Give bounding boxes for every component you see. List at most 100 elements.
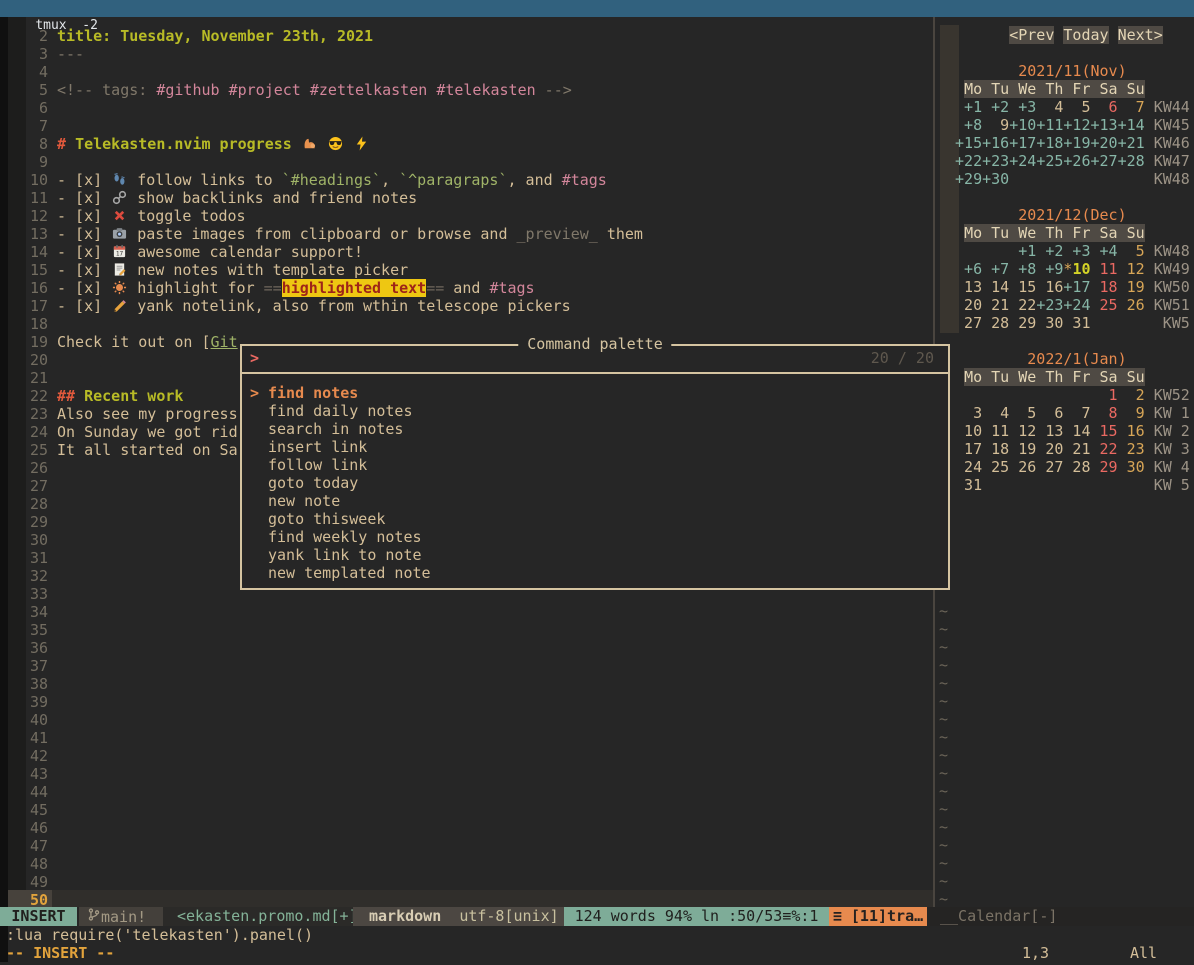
- calendar-row[interactable]: Mo Tu We Th Fr Sa Su: [946, 368, 1145, 386]
- text-token: KW 5: [1154, 476, 1190, 494]
- editor-line: 17- [x] yank notelink, also from wthin t…: [0, 297, 933, 315]
- text-token: 20 21 22: [955, 296, 1036, 314]
- text-token: +14: [1118, 116, 1145, 134]
- prev-button[interactable]: <Prev: [1009, 26, 1054, 44]
- stats-segment: 124 words 94% ln :50/53≡%:1: [564, 907, 829, 926]
- palette-item-follow-link[interactable]: follow link: [242, 456, 948, 474]
- calendar-row[interactable]: 17 18 19 20 21 22 23 KW 3: [946, 440, 1190, 458]
- editor-line: 47: [0, 837, 933, 855]
- today-button[interactable]: Today: [1063, 26, 1108, 44]
- text-token: KW47: [1154, 152, 1190, 170]
- text-token: [1145, 170, 1154, 188]
- text-token: - [x]: [57, 279, 111, 297]
- text-token: 27 28 29 30 31: [955, 314, 1090, 332]
- palette-item-new-templated-note[interactable]: new templated note: [242, 564, 948, 582]
- line-number: 27: [0, 477, 48, 495]
- text-token: 16: [1118, 422, 1145, 440]
- palette-item-find-weekly-notes[interactable]: find weekly notes: [242, 528, 948, 546]
- editor-line: 38: [0, 675, 933, 693]
- command-palette: Command palette > 20 / 20 >find notesfin…: [240, 344, 950, 590]
- tilde-marker: ~: [939, 710, 948, 728]
- line-number: 20: [0, 351, 48, 369]
- text-token: - [x]: [57, 171, 111, 189]
- palette-item-yank-link-to-note[interactable]: yank link to note: [242, 546, 948, 564]
- calendar-row[interactable]: 3 4 5 6 7 8 9 KW 1: [946, 404, 1190, 422]
- calendar-icon: 17: [111, 243, 128, 261]
- text-token: Check it out on [: [57, 333, 211, 351]
- line-text: - [x] 17 awesome calendar support!: [57, 243, 363, 261]
- calendar-row[interactable]: 2022/1(Jan): [946, 350, 1127, 368]
- text-token: #tags: [562, 171, 607, 189]
- text-token: +9: [1036, 260, 1063, 278]
- calendar-row[interactable]: 31 KW 5: [946, 476, 1190, 494]
- filename-segment[interactable]: <ekasten.promo.md[+]: [163, 907, 353, 926]
- text-token: - [x]: [57, 261, 111, 279]
- text-token: 9: [1118, 404, 1145, 422]
- calendar-row[interactable]: 27 28 29 30 31 KW5: [946, 314, 1190, 332]
- insert-mode-indicator: -- INSERT --: [6, 944, 114, 962]
- mode-segment: INSERT: [0, 907, 77, 926]
- palette-item-find-daily-notes[interactable]: find daily notes: [242, 402, 948, 420]
- pencil-icon: [111, 297, 128, 315]
- calendar-row[interactable]: Mo Tu We Th Fr Sa Su: [946, 224, 1145, 242]
- text-token: 13 14 15 16: [955, 278, 1063, 296]
- git-branch-segment[interactable]: main!: [79, 907, 163, 926]
- palette-prompt-row[interactable]: > 20 / 20: [242, 346, 948, 372]
- editor-line: 45: [0, 801, 933, 819]
- text-token: On Sunday we got rid: [57, 423, 238, 441]
- calendar-row[interactable]: 13 14 15 16+17 18 19 KW50: [946, 278, 1190, 296]
- calendar-row[interactable]: 10 11 12 13 14 15 16 KW 2: [946, 422, 1190, 440]
- text-token: Recent work: [84, 387, 183, 405]
- buffer-tab-segment[interactable]: ≡ [11]tra…: [829, 907, 927, 926]
- palette-item-goto-today[interactable]: goto today: [242, 474, 948, 492]
- command-line[interactable]: :lua require('telekasten').panel(): [6, 926, 313, 944]
- palette-item-search-in-notes[interactable]: search in notes: [242, 420, 948, 438]
- text-token: ==: [426, 279, 444, 297]
- editor-line: 8# Telekasten.nvim progress: [0, 135, 933, 153]
- text-token: [1091, 314, 1163, 332]
- calendar-row[interactable]: 24 25 26 27 28 29 30 KW 4: [946, 458, 1190, 476]
- text-token: +17: [1009, 134, 1036, 152]
- text-token: new notes with template picker: [128, 261, 408, 279]
- text-token: `^paragraps`: [399, 171, 507, 189]
- calendar-row[interactable]: Mo Tu We Th Fr Sa Su: [946, 80, 1145, 98]
- editor-line: 36: [0, 639, 933, 657]
- line-text: # Telekasten.nvim progress: [57, 135, 370, 153]
- calendar-row[interactable]: 1 2 KW52: [946, 386, 1190, 404]
- palette-item-find-notes[interactable]: >find notes: [242, 384, 948, 402]
- line-number: 17: [0, 297, 48, 315]
- text-token: KW 2: [1154, 422, 1190, 440]
- tmux-status-bar: tmux -2: [0, 0, 1194, 17]
- editor-line: 43: [0, 765, 933, 783]
- calendar-row[interactable]: +6 +7 +8 +9*10 11 12 KW49: [946, 260, 1190, 278]
- text-token: [1145, 440, 1154, 458]
- palette-item-new-note[interactable]: new note: [242, 492, 948, 510]
- calendar-row[interactable]: +1 +2 +3 4 5 6 7 KW44: [946, 98, 1190, 116]
- palette-item-label: insert link: [268, 438, 367, 456]
- calendar-row[interactable]: +15+16+17+18+19+20+21 KW46: [946, 134, 1190, 152]
- calendar-row[interactable]: +22+23+24+25+26+27+28 KW47: [946, 152, 1190, 170]
- calendar-row[interactable]: +8 9+10+11+12+13+14 KW45: [946, 116, 1190, 134]
- text-token: 11: [1091, 260, 1118, 278]
- git-branch-icon: [87, 908, 101, 926]
- line-number: 47: [0, 837, 48, 855]
- calendar-row[interactable]: 2021/11(Nov): [946, 62, 1127, 80]
- line-number: 49: [0, 873, 48, 891]
- calendar-row[interactable]: +29+30 KW48: [946, 170, 1190, 188]
- calendar-row[interactable]: 2021/12(Dec): [946, 206, 1127, 224]
- text-token: 10: [1072, 260, 1090, 278]
- palette-item-goto-thisweek[interactable]: goto thisweek: [242, 510, 948, 528]
- text-token: [946, 134, 955, 152]
- editor-line: 42: [0, 747, 933, 765]
- text-token: +1: [1009, 242, 1036, 260]
- text-token: +23: [982, 152, 1009, 170]
- calendar-row[interactable]: 20 21 22+23+24 25 26 KW51: [946, 296, 1190, 314]
- palette-item-insert-link[interactable]: insert link: [242, 438, 948, 456]
- text-token: +24: [1063, 296, 1090, 314]
- text-token: [344, 135, 353, 153]
- text-token: +13: [1091, 116, 1118, 134]
- calendar-row[interactable]: +1 +2 +3 +4 5 KW48: [946, 242, 1190, 260]
- text-token: 5: [1063, 98, 1090, 116]
- next-button[interactable]: Next>: [1118, 26, 1163, 44]
- editor-line: 37: [0, 657, 933, 675]
